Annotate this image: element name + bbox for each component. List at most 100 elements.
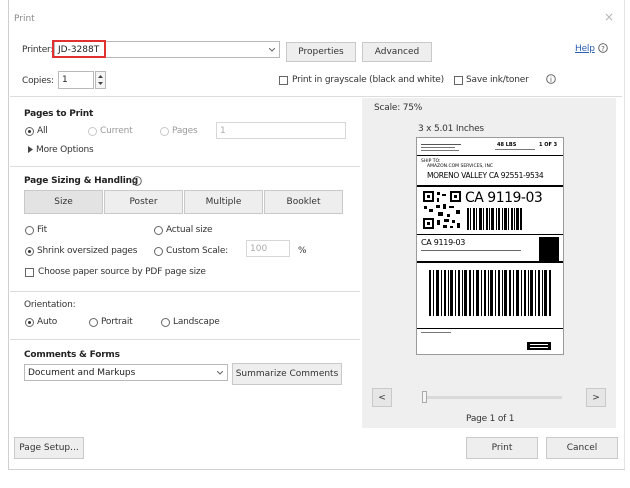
radio-actual-size-label: Actual size — [166, 225, 213, 235]
tab-size[interactable]: Size — [24, 190, 103, 214]
triangle-right-icon[interactable] — [28, 146, 33, 153]
window-border-bottom — [8, 469, 625, 470]
grayscale-checkbox[interactable] — [279, 76, 288, 85]
radio-current-label: Current — [100, 126, 133, 136]
summarize-comments-button[interactable]: Summarize Comments — [232, 363, 342, 385]
comments-forms-select[interactable]: Document and Markups — [24, 364, 228, 381]
info-circle-icon[interactable]: i — [132, 176, 142, 186]
radio-pages[interactable] — [160, 127, 169, 136]
label-header-line — [421, 150, 459, 151]
next-page-button[interactable]: > — [586, 388, 606, 407]
radio-shrink-label: Shrink oversized pages — [37, 246, 138, 256]
page-sizing-heading: Page Sizing & Handling — [24, 176, 139, 186]
close-icon[interactable]: × — [604, 10, 614, 24]
print-dialog: Print × Printer: JD-3288T Properties Adv… — [0, 0, 630, 488]
svg-text:i: i — [550, 76, 552, 84]
properties-button[interactable]: Properties — [286, 42, 356, 62]
window-border-left — [8, 0, 9, 470]
radio-pages-label: Pages — [172, 126, 198, 136]
radio-shrink[interactable] — [25, 247, 34, 256]
label-separator — [417, 261, 563, 263]
tab-booklet[interactable]: Booklet — [264, 190, 343, 214]
label-header-line — [421, 144, 461, 145]
printer-label: Printer: — [22, 45, 54, 55]
prev-page-button[interactable]: < — [372, 388, 392, 407]
radio-fit[interactable] — [25, 226, 34, 235]
copies-stepper[interactable] — [95, 71, 106, 89]
label-weight: 48 LBS — [497, 142, 517, 148]
preview-page: 48 LBS 1 OF 3 SHIP TO: AMAZON.COM SERVIC… — [416, 137, 564, 355]
divider-sizing — [10, 291, 360, 292]
label-black-block — [539, 237, 559, 261]
label-header-line — [495, 149, 535, 150]
copies-label: Copies: — [22, 76, 54, 86]
more-options-toggle[interactable]: More Options — [36, 145, 94, 155]
label-separator — [417, 155, 563, 156]
radio-auto[interactable] — [25, 318, 34, 327]
radio-fit-label: Fit — [37, 225, 47, 235]
radio-all-label: All — [37, 126, 48, 136]
divider-pages — [10, 166, 360, 167]
divider-top — [10, 96, 622, 97]
info-icon[interactable]: i — [546, 74, 556, 84]
radio-auto-label: Auto — [37, 317, 58, 327]
page-slider-track[interactable] — [422, 396, 562, 399]
barcode-large-icon — [429, 270, 551, 316]
printer-highlight-box — [52, 40, 106, 58]
divider-orientation — [10, 339, 360, 340]
radio-custom-scale[interactable] — [154, 247, 163, 256]
preview-size-label: 3 x 5.01 Inches — [418, 124, 484, 134]
page-slider-thumb[interactable] — [422, 391, 427, 403]
help-link[interactable]: Help — [575, 44, 595, 54]
comments-forms-value: Document and Markups — [28, 367, 136, 378]
comments-forms-heading: Comments & Forms — [24, 350, 120, 360]
save-ink-checkbox[interactable] — [454, 76, 463, 85]
help-icon[interactable]: ? — [598, 43, 608, 53]
paper-source-checkbox[interactable] — [25, 268, 34, 277]
orientation-heading: Orientation: — [24, 300, 76, 310]
page-counter: Page 1 of 1 — [466, 414, 515, 424]
custom-scale-input[interactable]: 100 — [246, 240, 290, 257]
label-company: AMAZON.COM SERVICES, INC — [427, 164, 493, 169]
label-route-large: CA 9119-03 — [465, 190, 543, 206]
label-pieces: 1 OF 3 — [539, 142, 558, 148]
barcode-small-icon — [467, 208, 522, 230]
svg-text:i: i — [136, 178, 138, 186]
stepper-arrows-icon — [98, 75, 103, 85]
paper-source-label: Choose paper source by PDF page size — [38, 267, 206, 277]
radio-portrait[interactable] — [89, 318, 98, 327]
label-city: MORENO VALLEY CA 92551-9534 — [427, 171, 544, 180]
radio-current[interactable] — [88, 127, 97, 136]
page-setup-button[interactable]: Page Setup... — [14, 437, 84, 459]
preview-scale-label: Scale: 75% — [374, 103, 423, 113]
chevron-down-icon — [269, 48, 275, 52]
percent-label: % — [298, 246, 307, 256]
radio-landscape-label: Landscape — [173, 317, 220, 327]
copies-input[interactable]: 1 — [58, 71, 94, 89]
cancel-button[interactable]: Cancel — [546, 437, 618, 459]
svg-text:?: ? — [601, 45, 605, 53]
radio-custom-scale-label: Custom Scale: — [166, 246, 228, 256]
label-route-small: CA 9119-03 — [421, 238, 466, 247]
chevron-down-icon — [217, 371, 223, 375]
advanced-button[interactable]: Advanced — [362, 42, 432, 62]
tab-poster[interactable]: Poster — [104, 190, 183, 214]
radio-landscape[interactable] — [161, 318, 170, 327]
label-tracking-line — [421, 250, 521, 251]
tab-multiple[interactable]: Multiple — [184, 190, 263, 214]
print-button[interactable]: Print — [466, 437, 538, 459]
save-ink-label: Save ink/toner — [466, 75, 529, 85]
radio-actual-size[interactable] — [154, 226, 163, 235]
label-footer-logo-icon — [527, 342, 551, 350]
window-title: Print — [14, 14, 35, 24]
label-separator — [417, 185, 563, 187]
radio-portrait-label: Portrait — [101, 317, 133, 327]
window-border-right — [624, 0, 625, 470]
grayscale-label: Print in grayscale (black and white) — [292, 75, 444, 85]
label-header-line — [421, 147, 455, 148]
pages-range-input[interactable]: 1 — [216, 122, 346, 139]
radio-all[interactable] — [25, 127, 34, 136]
label-footer-line — [421, 332, 451, 333]
label-separator — [417, 234, 563, 235]
pages-to-print-heading: Pages to Print — [24, 109, 94, 119]
